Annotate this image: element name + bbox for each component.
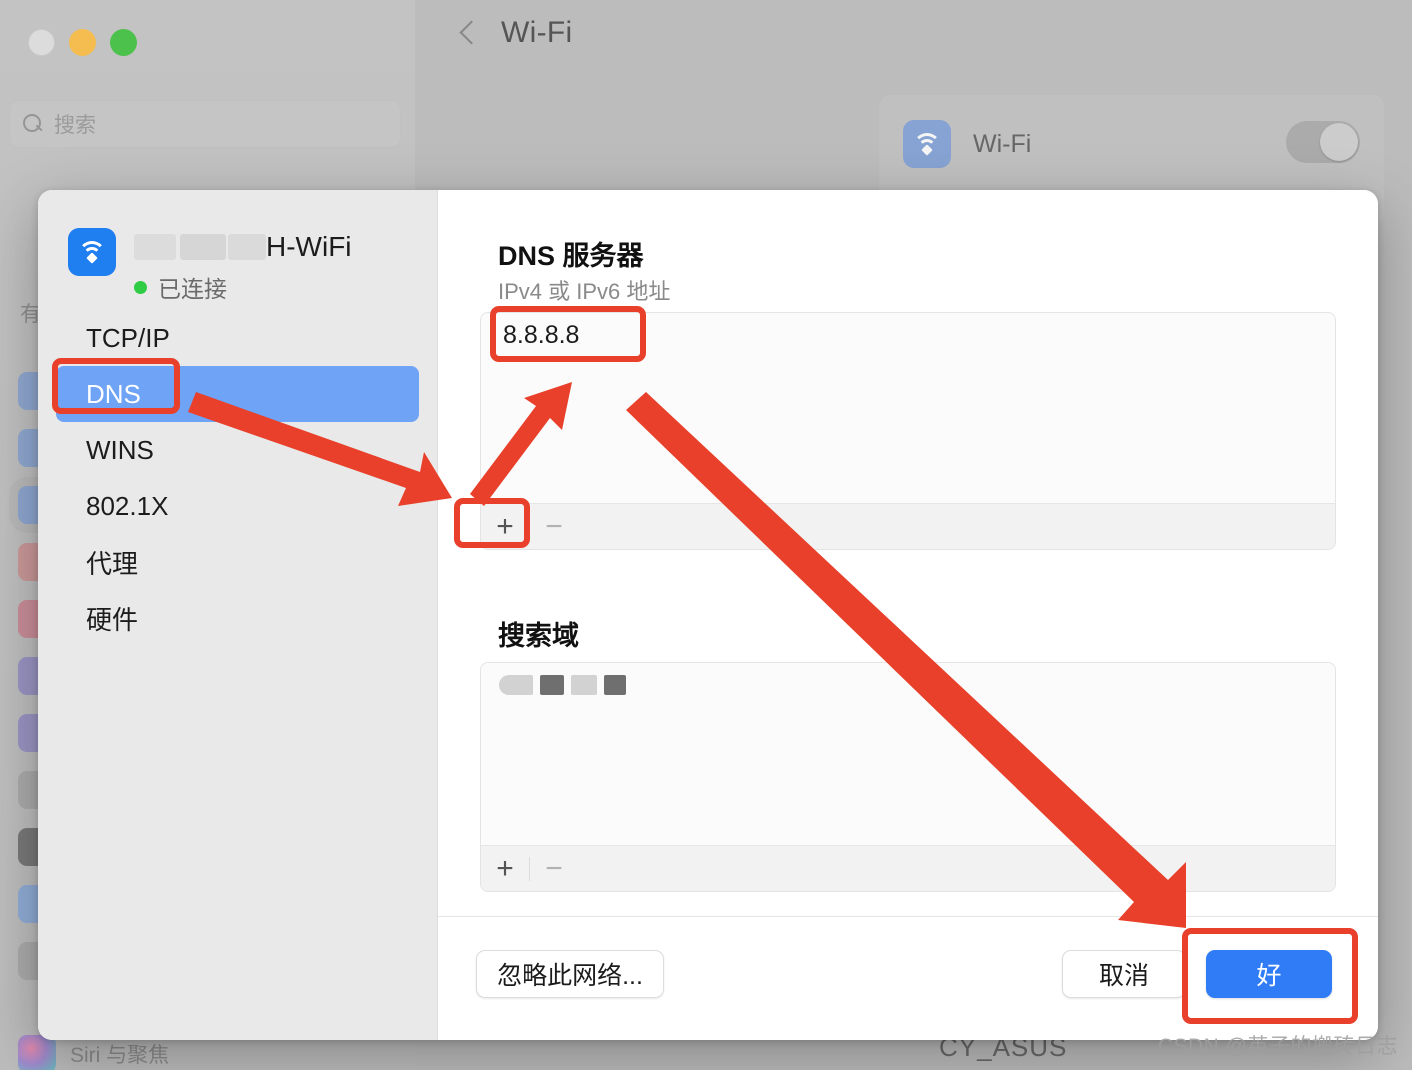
zoom-button[interactable] [110, 29, 137, 56]
sheet-tab-8021x[interactable]: 802.1X [56, 478, 419, 534]
search-domains-list[interactable]: + − [480, 662, 1336, 892]
dns-add-button[interactable]: + [481, 504, 529, 550]
redaction-block [180, 234, 226, 260]
footer-divider [438, 916, 1378, 917]
network-name-suffix: H-WiFi [266, 231, 352, 262]
search-domains-rows [481, 663, 1335, 845]
network-details-sheet: H-WiFi 已连接 TCP/IP DNS WINS 802.1X 代理 硬件 [38, 190, 1378, 1040]
watermark: CSDN @英子的搬砖日志 [1157, 1035, 1398, 1058]
redaction-block [134, 234, 176, 260]
status-dot-icon [134, 280, 147, 294]
window-traffic-lights[interactable] [28, 29, 137, 56]
sidebar-item-siri[interactable]: Siri 与聚焦 [18, 1035, 169, 1070]
dns-remove-button[interactable]: − [530, 504, 578, 550]
network-status: 已连接 [134, 270, 352, 304]
sheet-tab-dns[interactable]: DNS [56, 366, 419, 422]
content-header: Wi-Fi [460, 16, 572, 50]
search-domain-row[interactable] [481, 663, 1335, 707]
siri-icon [18, 1035, 56, 1070]
close-button[interactable] [28, 29, 55, 56]
wifi-icon [903, 120, 951, 168]
redaction-block [228, 234, 266, 260]
forget-network-button[interactable]: 忽略此网络... [476, 950, 664, 998]
back-chevron-icon[interactable] [460, 21, 473, 45]
sheet-tab-tcpip[interactable]: TCP/IP [56, 310, 419, 366]
sheet-tab-list: TCP/IP DNS WINS 802.1X 代理 硬件 [38, 310, 437, 646]
network-header: H-WiFi 已连接 [68, 228, 352, 304]
search-domains-title: 搜索域 [498, 621, 579, 651]
redaction-block [604, 675, 626, 695]
search-domain-remove-button[interactable]: − [530, 846, 578, 892]
redaction-block [571, 675, 597, 695]
dns-servers-list[interactable]: 8.8.8.8 + − [480, 312, 1336, 550]
dns-servers-title: DNS 服务器 [498, 241, 644, 271]
network-status-label: 已连接 [158, 276, 227, 302]
wifi-toggle-row[interactable]: Wi-Fi [879, 95, 1384, 193]
dns-servers-subtitle: IPv4 或 IPv6 地址 [498, 279, 671, 304]
sheet-tab-proxy[interactable]: 代理 [56, 534, 419, 590]
page-title: Wi-Fi [501, 16, 573, 49]
redaction-block [540, 675, 564, 695]
network-name: H-WiFi [134, 230, 352, 264]
sheet-tab-hardware[interactable]: 硬件 [56, 590, 419, 646]
dns-server-row[interactable]: 8.8.8.8 [481, 313, 1335, 357]
cancel-button[interactable]: 取消 [1062, 950, 1186, 998]
wifi-icon [68, 228, 116, 276]
search-icon [22, 113, 44, 135]
dns-servers-rows: 8.8.8.8 [481, 313, 1335, 503]
search-input[interactable]: 搜索 [9, 100, 401, 148]
sidebar-item-label: Siri 与聚焦 [70, 1044, 170, 1067]
sheet-content: DNS 服务器 IPv4 或 IPv6 地址 8.8.8.8 + − 搜索域 +… [438, 190, 1378, 1040]
minimize-button[interactable] [69, 29, 96, 56]
wifi-row-label: Wi-Fi [973, 129, 1032, 158]
sheet-sidebar: H-WiFi 已连接 TCP/IP DNS WINS 802.1X 代理 硬件 [38, 190, 438, 1040]
search-placeholder: 搜索 [54, 114, 96, 137]
ok-button[interactable]: 好 [1206, 950, 1332, 998]
dns-list-toolbar: + − [481, 503, 1335, 549]
search-domains-toolbar: + − [481, 845, 1335, 891]
redaction-block [499, 675, 533, 695]
sheet-tab-wins[interactable]: WINS [56, 422, 419, 478]
search-domain-add-button[interactable]: + [481, 846, 529, 892]
wifi-toggle-switch[interactable] [1286, 121, 1360, 163]
